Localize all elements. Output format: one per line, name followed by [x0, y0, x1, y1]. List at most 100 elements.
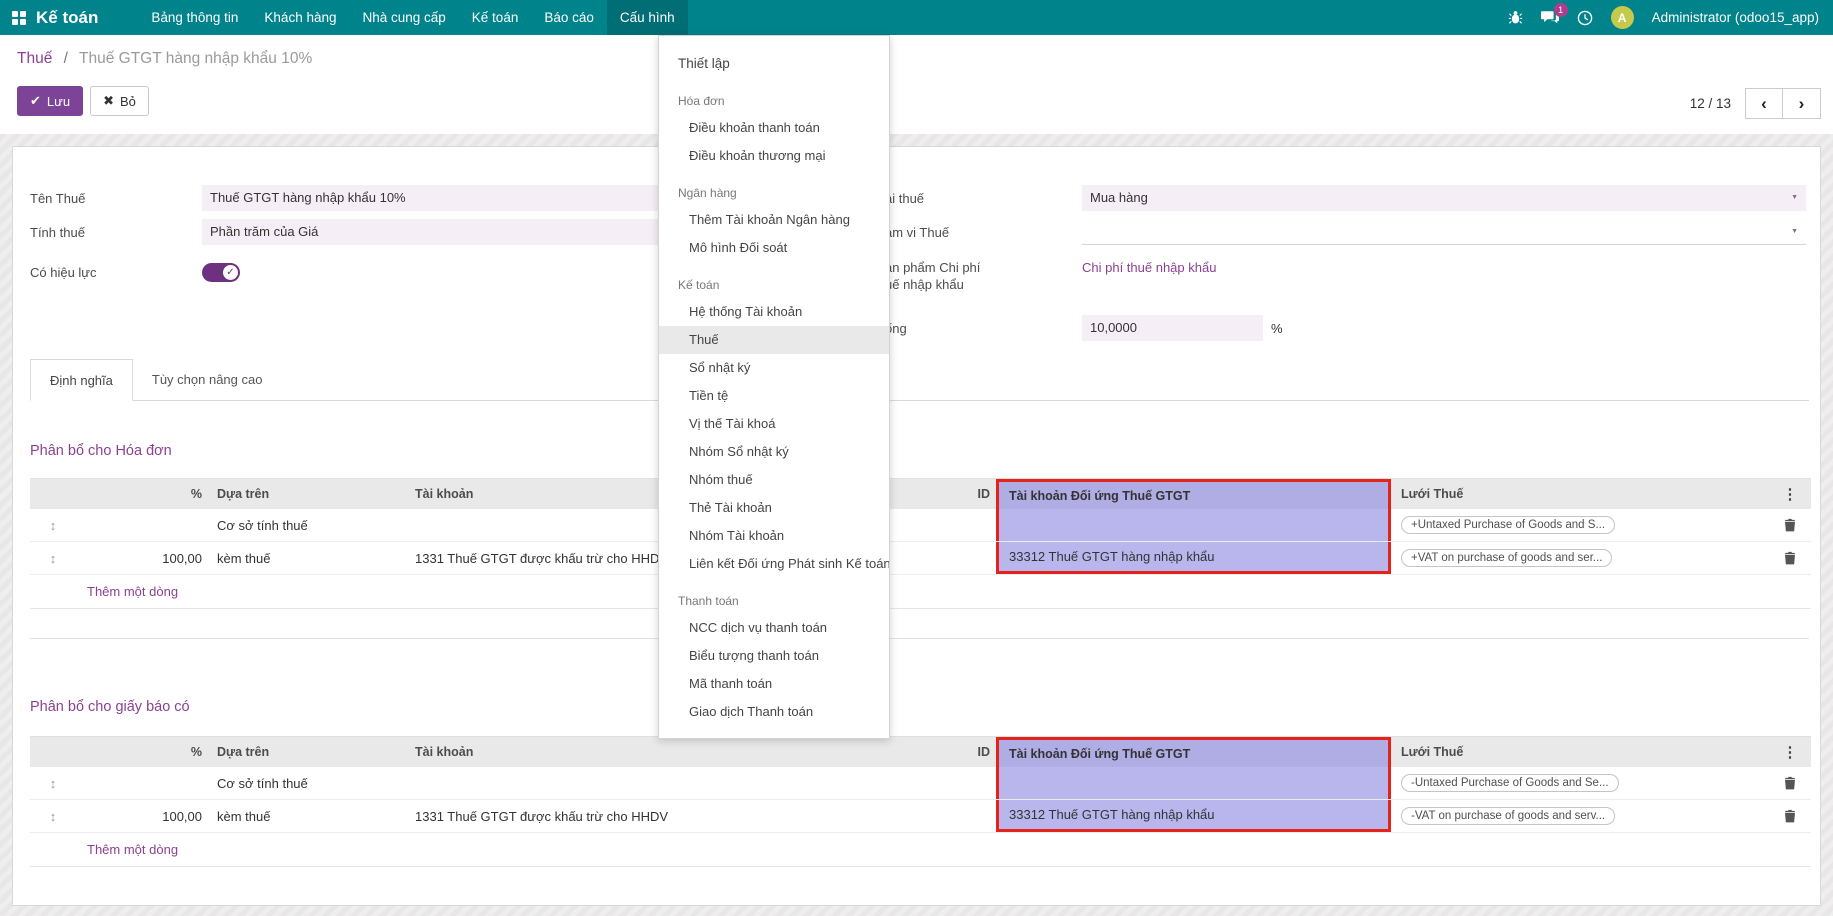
tax-grid-tag[interactable]: +Untaxed Purchase of Goods and S...: [1401, 516, 1615, 534]
navbar-systray: 1 A Administrator (odoo15_app): [1508, 6, 1833, 29]
percent-cell[interactable]: 100,00: [76, 542, 206, 574]
table-header-row: % Dựa trên Tài khoản ID Tài khoản Đối ứn…: [30, 736, 1811, 767]
col-id[interactable]: ID: [956, 479, 996, 509]
config-menu-item-fiscal-positions[interactable]: Vị thế Tài khoá: [659, 410, 889, 438]
delete-row-icon[interactable]: [1769, 509, 1811, 541]
invoice-distribution-table: % Dựa trên Tài khoản ID Tài khoản Đối ứn…: [30, 478, 1811, 609]
config-menu-item-reconciliation-models[interactable]: Mô hình Đối soát: [659, 234, 889, 262]
messages-icon[interactable]: 1: [1541, 10, 1559, 25]
nav-menu-customers[interactable]: Khách hàng: [251, 0, 349, 35]
config-menu-item-add-bank-account[interactable]: Thêm Tài khoản Ngân hàng: [659, 206, 889, 234]
col-percent[interactable]: %: [76, 737, 206, 767]
config-menu-item-payment-terms[interactable]: Điều khoản thanh toán: [659, 114, 889, 142]
check-icon: ✔: [30, 93, 41, 109]
account-cell[interactable]: [404, 767, 956, 799]
col-id[interactable]: ID: [956, 737, 996, 767]
pager-previous-button[interactable]: ‹: [1745, 88, 1783, 119]
tax-type-select[interactable]: Mua hàng ▼: [1082, 185, 1806, 211]
breadcrumb-current: Thuế GTGT hàng nhập khẩu 10%: [79, 50, 312, 67]
user-avatar[interactable]: A: [1611, 6, 1634, 29]
save-button[interactable]: ✔ Lưu: [17, 86, 83, 116]
account-cell[interactable]: 1331 Thuế GTGT được khấu trừ cho HHDV: [404, 800, 956, 832]
config-menu-item-payment-providers[interactable]: NCC dịch vụ thanh toán: [659, 614, 889, 642]
delete-row-icon[interactable]: [1769, 767, 1811, 799]
config-menu-section-invoicing: Hóa đơn: [659, 88, 889, 114]
delete-row-icon[interactable]: [1769, 800, 1811, 832]
col-cash-basis-account[interactable]: Tài khoản Đối ứng Thuế GTGT: [996, 479, 1391, 509]
optional-columns-icon[interactable]: ⋮: [1783, 743, 1798, 761]
import-cost-product-link[interactable]: Chi phí thuế nhập khẩu: [1082, 260, 1216, 275]
pager-count[interactable]: 12 / 13: [1690, 96, 1731, 111]
config-menu-item-payment-icons[interactable]: Biểu tượng thanh toán: [659, 642, 889, 670]
config-menu-item-settings[interactable]: Thiết lập: [659, 50, 889, 78]
cash-basis-cell[interactable]: 33312 Thuế GTGT hàng nhập khẩu: [996, 800, 1391, 832]
app-name[interactable]: Kế toán: [36, 8, 98, 28]
message-count-badge: 1: [1554, 3, 1568, 17]
drag-handle-icon[interactable]: ↕: [30, 542, 76, 574]
tab-definition[interactable]: Định nghĩa: [30, 359, 133, 401]
config-menu-section-banks: Ngân hàng: [659, 180, 889, 206]
delete-row-icon[interactable]: [1769, 542, 1811, 574]
based-on-cell[interactable]: Cơ sở tính thuế: [206, 767, 404, 799]
config-menu-item-journal-groups[interactable]: Nhóm Sổ nhật ký: [659, 438, 889, 466]
id-cell[interactable]: [956, 542, 996, 574]
percent-cell[interactable]: [76, 767, 206, 799]
config-menu-item-account-groups[interactable]: Nhóm Tài khoản: [659, 522, 889, 550]
based-on-cell[interactable]: kèm thuế: [206, 542, 404, 574]
drag-handle-icon[interactable]: ↕: [30, 767, 76, 799]
activities-clock-icon[interactable]: [1577, 10, 1593, 26]
id-cell[interactable]: [956, 800, 996, 832]
nav-menu-configuration[interactable]: Cấu hình: [607, 0, 688, 35]
bug-icon[interactable]: [1508, 10, 1523, 25]
col-percent[interactable]: %: [76, 479, 206, 509]
tax-grid-tag[interactable]: -VAT on purchase of goods and serv...: [1401, 807, 1615, 825]
drag-handle-icon[interactable]: ↕: [30, 509, 76, 541]
tax-computation-label: Tính thuế: [30, 225, 202, 240]
config-menu-item-payment-transactions[interactable]: Giao dịch Thanh toán: [659, 698, 889, 726]
col-tax-grid[interactable]: Lưới Thuế: [1391, 479, 1769, 509]
nav-menu-vendors[interactable]: Nhà cung cấp: [349, 0, 458, 35]
config-menu-item-journals[interactable]: Sổ nhật ký: [659, 354, 889, 382]
config-menu-item-incoterms[interactable]: Điều khoản thương mại: [659, 142, 889, 170]
config-menu-item-account-tags[interactable]: Thẻ Tài khoản: [659, 494, 889, 522]
pager-next-button[interactable]: ›: [1783, 88, 1821, 119]
id-cell[interactable]: [956, 767, 996, 799]
percent-cell[interactable]: 100,00: [76, 800, 206, 832]
config-menu-section-accounting: Kế toán: [659, 272, 889, 298]
config-menu-item-tax-groups[interactable]: Nhóm thuế: [659, 466, 889, 494]
config-menu-item-chart-of-accounts[interactable]: Hệ thống Tài khoản: [659, 298, 889, 326]
nav-menu-dashboard[interactable]: Bảng thông tin: [138, 0, 251, 35]
config-menu-item-currencies[interactable]: Tiền tệ: [659, 382, 889, 410]
tax-scope-select[interactable]: ▼: [1082, 219, 1806, 245]
user-name[interactable]: Administrator (odoo15_app): [1652, 10, 1819, 25]
nav-menu-accounting[interactable]: Kế toán: [459, 0, 532, 35]
drag-handle-icon[interactable]: ↕: [30, 800, 76, 832]
add-line-link[interactable]: Thêm một dòng: [87, 584, 178, 599]
col-tax-grid[interactable]: Lưới Thuế: [1391, 737, 1769, 767]
cash-basis-cell[interactable]: 33312 Thuế GTGT hàng nhập khẩu: [996, 542, 1391, 574]
tax-grid-tag[interactable]: -Untaxed Purchase of Goods and Se...: [1401, 774, 1619, 792]
cash-basis-cell[interactable]: [996, 767, 1391, 799]
discard-button[interactable]: ✖ Bỏ: [90, 86, 149, 116]
breadcrumb-parent[interactable]: Thuế: [17, 50, 52, 67]
optional-columns-icon[interactable]: ⋮: [1783, 485, 1798, 503]
tab-advanced-options[interactable]: Tùy chọn nâng cao: [133, 359, 282, 400]
config-menu-item-taxes[interactable]: Thuế: [659, 326, 889, 354]
add-line-link[interactable]: Thêm một dòng: [87, 842, 178, 857]
nav-menu-reporting[interactable]: Báo cáo: [531, 0, 607, 35]
percent-cell[interactable]: [76, 509, 206, 541]
active-toggle[interactable]: ✓: [202, 263, 240, 282]
apps-grid-icon[interactable]: [12, 11, 26, 25]
col-account[interactable]: Tài khoản: [404, 737, 956, 767]
col-based-on[interactable]: Dựa trên: [206, 737, 404, 767]
col-based-on[interactable]: Dựa trên: [206, 479, 404, 509]
cash-basis-cell[interactable]: [996, 509, 1391, 541]
id-cell[interactable]: [956, 509, 996, 541]
based-on-cell[interactable]: Cơ sở tính thuế: [206, 509, 404, 541]
col-cash-basis-account[interactable]: Tài khoản Đối ứng Thuế GTGT: [996, 737, 1391, 767]
tax-grid-tag[interactable]: +VAT on purchase of goods and ser...: [1401, 549, 1612, 567]
based-on-cell[interactable]: kèm thuế: [206, 800, 404, 832]
amount-input[interactable]: 10,0000: [1082, 315, 1263, 341]
config-menu-item-journal-entry-matching[interactable]: Liên kết Đối ứng Phát sinh Kế toán: [659, 550, 889, 578]
config-menu-item-payment-tokens[interactable]: Mã thanh toán: [659, 670, 889, 698]
